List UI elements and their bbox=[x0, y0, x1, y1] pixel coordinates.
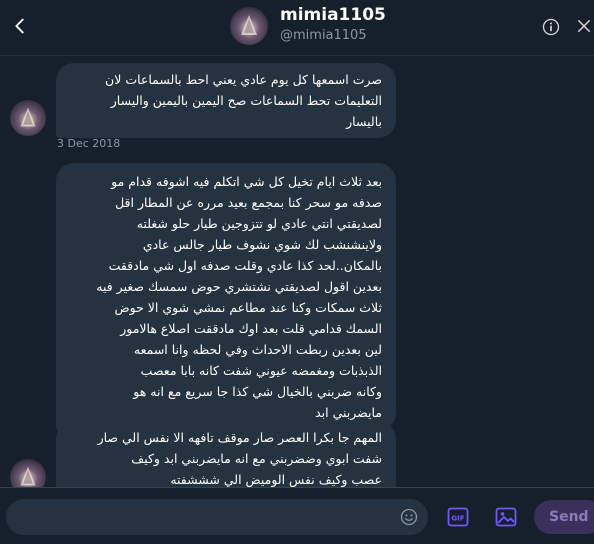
chevron-left-icon bbox=[15, 18, 24, 34]
avatar[interactable] bbox=[10, 459, 46, 487]
avatar[interactable] bbox=[230, 7, 268, 45]
gif-button[interactable]: GIF bbox=[446, 505, 470, 529]
info-icon bbox=[542, 18, 560, 36]
message-bubble[interactable]: بعد ثلاث ايام تخيل كل شي اتكلم فيه اشوفه… bbox=[56, 163, 396, 431]
send-button[interactable]: Send bbox=[534, 500, 594, 534]
avatar-image bbox=[230, 7, 268, 45]
gif-label: GIF bbox=[451, 515, 464, 523]
close-icon bbox=[578, 20, 590, 32]
close-button[interactable] bbox=[575, 17, 594, 37]
conversation-area[interactable]: صرت اسمعها كل يوم عادي يعني احط بالسماعا… bbox=[0, 57, 594, 487]
message-bubble[interactable]: صرت اسمعها كل يوم عادي يعني احط بالسماعا… bbox=[56, 63, 396, 138]
emoji-button[interactable] bbox=[399, 507, 421, 529]
back-button[interactable] bbox=[6, 12, 34, 40]
info-button[interactable] bbox=[541, 17, 563, 39]
message-input-box[interactable] bbox=[6, 499, 428, 535]
message-input[interactable] bbox=[19, 500, 389, 534]
user-handle: @mimia1105 bbox=[280, 28, 367, 43]
avatar-image bbox=[10, 459, 46, 487]
media-button[interactable] bbox=[494, 505, 518, 529]
display-name[interactable]: mimia1105 bbox=[280, 5, 386, 25]
avatar[interactable] bbox=[10, 100, 46, 136]
gif-icon: GIF bbox=[447, 507, 469, 527]
conversation-header: mimia1105 @mimia1105 bbox=[0, 0, 594, 56]
avatar-image bbox=[10, 100, 46, 136]
message-timestamp: 3 Dec 2018 bbox=[57, 137, 121, 150]
image-icon bbox=[495, 507, 517, 527]
emoji-icon bbox=[400, 508, 418, 526]
message-bubble[interactable]: المهم جا بكرا العصر صار موقف تافهه الا ن… bbox=[56, 421, 396, 487]
